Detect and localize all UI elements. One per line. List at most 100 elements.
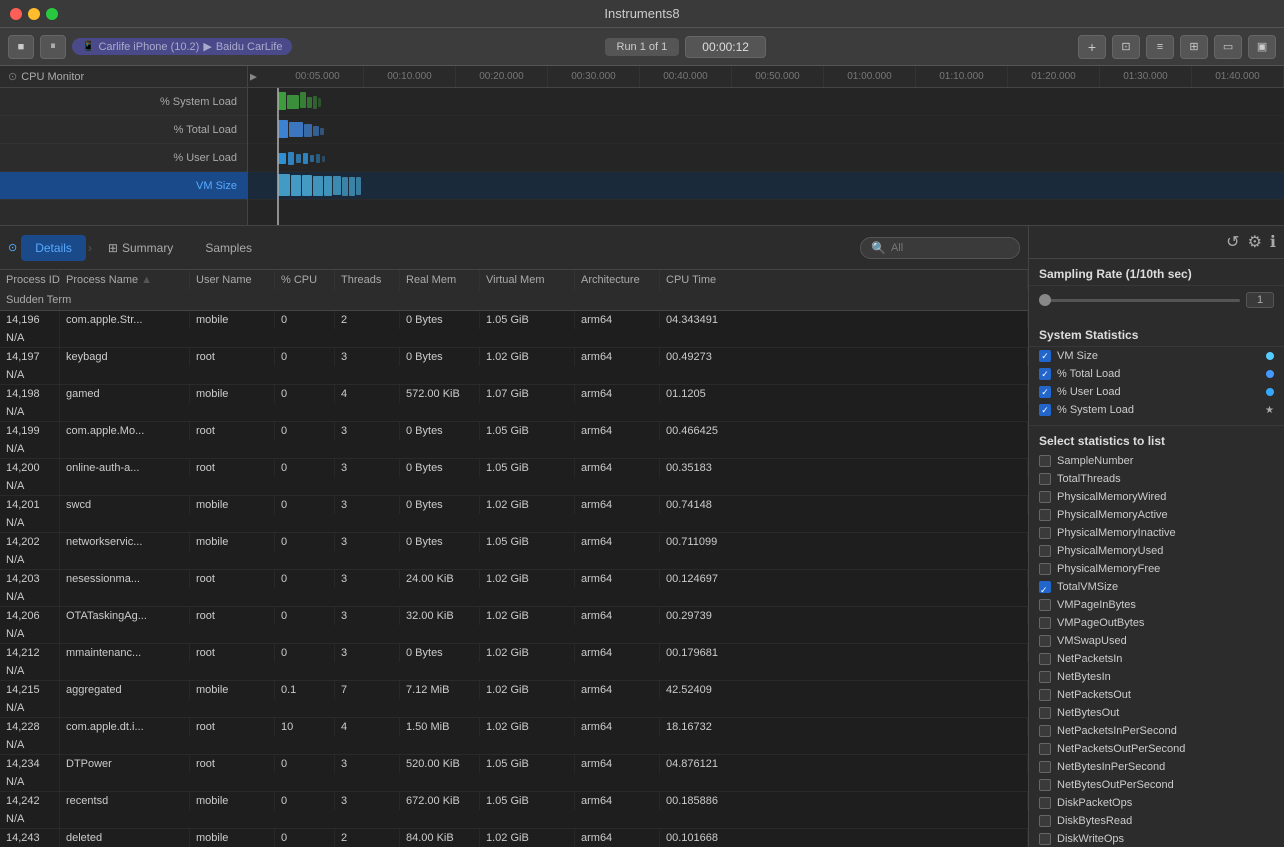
- table-row[interactable]: 14,199com.apple.Mo...root030 Bytes1.05 G…: [0, 422, 1028, 459]
- checkbox-row[interactable]: PhysicalMemoryInactive: [1029, 524, 1284, 542]
- table-row[interactable]: 14,206OTATaskingAg...root0332.00 KiB1.02…: [0, 607, 1028, 644]
- th-virtual-mem[interactable]: Virtual Mem: [480, 270, 575, 290]
- stat-row[interactable]: VM Size: [1029, 347, 1284, 365]
- stat-row[interactable]: % System Load★: [1029, 401, 1284, 419]
- th-cpu-time[interactable]: CPU Time: [660, 270, 1028, 290]
- stat-list-checkbox[interactable]: [1039, 779, 1051, 791]
- checkbox-row[interactable]: VMPageInBytes: [1029, 596, 1284, 614]
- th-cpu[interactable]: % CPU: [275, 270, 335, 290]
- stat-checkbox[interactable]: [1039, 386, 1051, 398]
- track-label-vm[interactable]: VM Size: [0, 172, 247, 200]
- checkbox-row[interactable]: PhysicalMemoryActive: [1029, 506, 1284, 524]
- th-user-name[interactable]: User Name: [190, 270, 275, 290]
- pause-button[interactable]: ⏸: [40, 35, 66, 59]
- stat-list-checkbox[interactable]: [1039, 815, 1051, 827]
- tab-summary[interactable]: ⊞ Summary: [94, 235, 187, 261]
- info-icon[interactable]: ℹ: [1270, 232, 1276, 252]
- table-row[interactable]: 14,196com.apple.Str...mobile020 Bytes1.0…: [0, 311, 1028, 348]
- tab-details[interactable]: Details: [21, 235, 86, 261]
- table-row[interactable]: 14,201swcdmobile030 Bytes1.02 GiBarm6400…: [0, 496, 1028, 533]
- checkbox-row[interactable]: DiskBytesRead: [1029, 812, 1284, 830]
- stat-list-checkbox[interactable]: [1039, 527, 1051, 539]
- stat-list-checkbox[interactable]: [1039, 617, 1051, 629]
- checkbox-row[interactable]: NetPacketsInPerSecond: [1029, 722, 1284, 740]
- stat-list-checkbox[interactable]: [1039, 653, 1051, 665]
- stat-list-checkbox[interactable]: [1039, 833, 1051, 845]
- th-real-mem[interactable]: Real Mem: [400, 270, 480, 290]
- stat-row[interactable]: % Total Load: [1029, 365, 1284, 383]
- stat-list-checkbox[interactable]: [1039, 743, 1051, 755]
- checkbox-row[interactable]: NetPacketsIn: [1029, 650, 1284, 668]
- stat-list-checkbox[interactable]: [1039, 797, 1051, 809]
- layout-btn-2[interactable]: ≡: [1146, 35, 1174, 59]
- stat-list-checkbox[interactable]: [1039, 491, 1051, 503]
- stat-list-checkbox[interactable]: [1039, 761, 1051, 773]
- table-row[interactable]: 14,203nesessionma...root0324.00 KiB1.02 …: [0, 570, 1028, 607]
- stat-checkbox[interactable]: [1039, 350, 1051, 362]
- stop-button[interactable]: ■: [8, 35, 34, 59]
- checkbox-row[interactable]: ✓TotalVMSize: [1029, 578, 1284, 596]
- stat-list-checkbox[interactable]: [1039, 707, 1051, 719]
- stat-checkbox[interactable]: [1039, 404, 1051, 416]
- table-row[interactable]: 14,212mmaintenanc...root030 Bytes1.02 Gi…: [0, 644, 1028, 681]
- checkbox-row[interactable]: PhysicalMemoryWired: [1029, 488, 1284, 506]
- table-row[interactable]: 14,242recentsdmobile03672.00 KiB1.05 GiB…: [0, 792, 1028, 829]
- checkbox-row[interactable]: VMSwapUsed: [1029, 632, 1284, 650]
- add-instrument-button[interactable]: +: [1078, 35, 1106, 59]
- checkbox-row[interactable]: PhysicalMemoryUsed: [1029, 542, 1284, 560]
- search-box[interactable]: 🔍 All: [860, 237, 1020, 259]
- stat-row[interactable]: % User Load: [1029, 383, 1284, 401]
- checkbox-row[interactable]: VMPageOutBytes: [1029, 614, 1284, 632]
- checkbox-row[interactable]: DiskPacketOps: [1029, 794, 1284, 812]
- stat-list-checkbox[interactable]: [1039, 455, 1051, 467]
- close-button[interactable]: [10, 8, 22, 20]
- fullscreen-button[interactable]: [46, 8, 58, 20]
- checkbox-row[interactable]: NetBytesIn: [1029, 668, 1284, 686]
- tab-samples[interactable]: Samples: [191, 235, 266, 261]
- settings-icon[interactable]: ⚙: [1248, 232, 1262, 252]
- sampling-rate-slider[interactable]: [1039, 299, 1240, 302]
- stat-list-checkbox[interactable]: [1039, 635, 1051, 647]
- th-sudden-term[interactable]: Sudden Term: [0, 290, 60, 310]
- stat-list-checkbox[interactable]: [1039, 509, 1051, 521]
- checkbox-row[interactable]: NetBytesOutPerSecond: [1029, 776, 1284, 794]
- device-badge[interactable]: 📱 Carlife iPhone (10.2) ▶ Baidu CarLife: [72, 38, 292, 55]
- stat-list-checkbox[interactable]: ✓: [1039, 581, 1051, 593]
- stat-list-checkbox[interactable]: [1039, 671, 1051, 683]
- stat-list-checkbox[interactable]: [1039, 473, 1051, 485]
- th-process-id[interactable]: Process ID: [0, 270, 60, 290]
- checkbox-row[interactable]: DiskWriteOps: [1029, 830, 1284, 847]
- checkbox-row[interactable]: NetPacketsOut: [1029, 686, 1284, 704]
- stat-list-checkbox[interactable]: [1039, 545, 1051, 557]
- table-row[interactable]: 14,197keybagdroot030 Bytes1.02 GiBarm640…: [0, 348, 1028, 385]
- stat-list-checkbox[interactable]: [1039, 725, 1051, 737]
- stat-checkbox[interactable]: [1039, 368, 1051, 380]
- layout-btn-4[interactable]: ▭: [1214, 35, 1242, 59]
- checkbox-row[interactable]: NetBytesOut: [1029, 704, 1284, 722]
- checkbox-row[interactable]: SampleNumber: [1029, 452, 1284, 470]
- th-arch[interactable]: Architecture: [575, 270, 660, 290]
- table-row[interactable]: 14,234DTPowerroot03520.00 KiB1.05 GiBarm…: [0, 755, 1028, 792]
- stat-list-checkbox[interactable]: [1039, 563, 1051, 575]
- layout-btn-1[interactable]: ⊡: [1112, 35, 1140, 59]
- checkbox-row[interactable]: PhysicalMemoryFree: [1029, 560, 1284, 578]
- table-row[interactable]: 14,198gamedmobile04572.00 KiB1.07 GiBarm…: [0, 385, 1028, 422]
- th-threads[interactable]: Threads: [335, 270, 400, 290]
- table-row[interactable]: 14,215aggregatedmobile0.177.12 MiB1.02 G…: [0, 681, 1028, 718]
- checkbox-row[interactable]: NetBytesInPerSecond: [1029, 758, 1284, 776]
- layout-btn-5[interactable]: ▣: [1248, 35, 1276, 59]
- minimize-button[interactable]: [28, 8, 40, 20]
- table-row[interactable]: 14,200online-auth-a...root030 Bytes1.05 …: [0, 459, 1028, 496]
- refresh-icon[interactable]: ↺: [1226, 232, 1239, 252]
- stat-list-checkbox[interactable]: [1039, 599, 1051, 611]
- table-row[interactable]: 14,228com.apple.dt.i...root1041.50 MiB1.…: [0, 718, 1028, 755]
- timeline-tracks[interactable]: [248, 88, 1284, 225]
- checkbox-row[interactable]: NetPacketsOutPerSecond: [1029, 740, 1284, 758]
- th-process-name[interactable]: Process Name ▲: [60, 270, 190, 290]
- table-row[interactable]: 14,202networkservic...mobile030 Bytes1.0…: [0, 533, 1028, 570]
- layout-btn-3[interactable]: ⊞: [1180, 35, 1208, 59]
- table-container[interactable]: Process ID Process Name ▲ User Name % CP…: [0, 270, 1028, 847]
- stat-list-checkbox[interactable]: [1039, 689, 1051, 701]
- table-row[interactable]: 14,243deletedmobile0284.00 KiB1.02 GiBar…: [0, 829, 1028, 847]
- checkbox-row[interactable]: TotalThreads: [1029, 470, 1284, 488]
